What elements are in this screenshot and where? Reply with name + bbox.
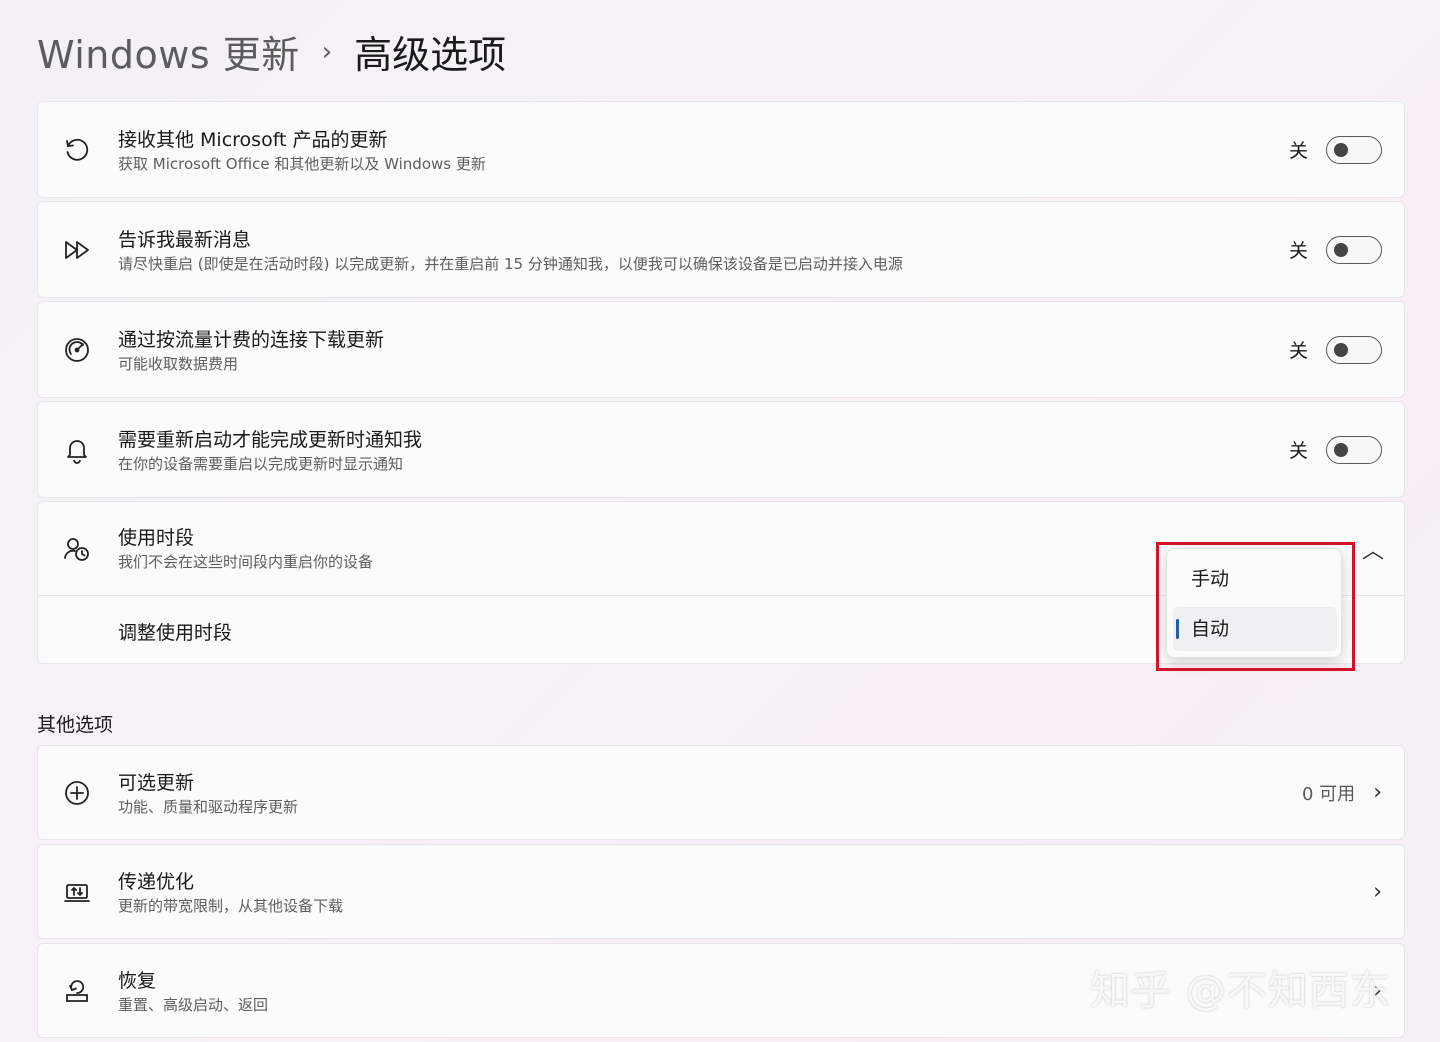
breadcrumb: Windows 更新 › 高级选项 bbox=[37, 24, 506, 79]
setting-subtitle: 更新的带宽限制，从其他设备下载 bbox=[118, 897, 344, 915]
chevron-up-icon[interactable]: ︿ bbox=[1362, 533, 1384, 565]
toggle-state-label: 关 bbox=[1288, 440, 1308, 462]
setting-subtitle: 可能收取数据费用 bbox=[118, 355, 239, 373]
delivery-optimization-icon bbox=[62, 877, 92, 907]
breadcrumb-separator-icon: › bbox=[321, 36, 333, 67]
optional-updates-count: 0 可用 bbox=[1302, 783, 1356, 805]
setting-subtitle: 在你的设备需要重启以完成更新时显示通知 bbox=[118, 455, 404, 473]
setting-title: 恢复 bbox=[118, 970, 157, 992]
clock-user-icon bbox=[62, 534, 92, 564]
setting-card-metered: 通过按流量计费的连接下载更新 可能收取数据费用 关 bbox=[37, 301, 1405, 398]
optional-updates-card[interactable]: 可选更新 功能、质量和驱动程序更新 0 可用 › bbox=[37, 745, 1405, 840]
setting-title: 使用时段 bbox=[118, 527, 195, 549]
setting-title: 告诉我最新消息 bbox=[118, 229, 252, 251]
setting-title: 可选更新 bbox=[118, 772, 195, 794]
toggle-state-label: 关 bbox=[1288, 340, 1308, 362]
fast-forward-icon bbox=[62, 235, 92, 265]
setting-card-get-latest: 告诉我最新消息 请尽快重启 (即使是在活动时段) 以完成更新，并在重启前 15 … bbox=[37, 201, 1405, 298]
delivery-optimization-card[interactable]: 传递优化 更新的带宽限制，从其他设备下载 › bbox=[37, 844, 1405, 939]
toggle-knob bbox=[1334, 142, 1348, 157]
setting-title: 接收其他 Microsoft 产品的更新 bbox=[118, 129, 388, 151]
bell-icon bbox=[62, 435, 92, 465]
recovery-icon bbox=[62, 976, 92, 1006]
setting-subtitle: 我们不会在这些时间段内重启你的设备 bbox=[118, 553, 374, 571]
toggle-state-label: 关 bbox=[1288, 240, 1308, 262]
setting-title: 需要重新启动才能完成更新时通知我 bbox=[118, 429, 423, 451]
breadcrumb-parent[interactable]: Windows 更新 bbox=[37, 24, 300, 79]
plus-circle-icon bbox=[62, 778, 92, 808]
watermark: 知乎 @不知西东 bbox=[1090, 968, 1391, 1014]
chevron-right-icon: › bbox=[1373, 879, 1382, 904]
setting-card-restart-notify: 需要重新启动才能完成更新时通知我 在你的设备需要重启以完成更新时显示通知 关 bbox=[37, 401, 1405, 498]
setting-title: 通过按流量计费的连接下载更新 bbox=[118, 329, 385, 351]
section-heading: 其他选项 bbox=[37, 714, 114, 736]
setting-subtitle: 功能、质量和驱动程序更新 bbox=[118, 798, 299, 816]
setting-subtitle: 获取 Microsoft Office 和其他更新以及 Windows 更新 bbox=[118, 155, 486, 173]
setting-title: 传递优化 bbox=[118, 871, 195, 893]
get-latest-toggle[interactable] bbox=[1326, 235, 1382, 264]
chevron-right-icon: › bbox=[1373, 780, 1382, 805]
annotation-highlight-box bbox=[1156, 542, 1355, 671]
speedometer-icon bbox=[62, 335, 92, 365]
toggle-knob bbox=[1334, 342, 1348, 357]
toggle-knob bbox=[1334, 442, 1348, 457]
setting-subtitle: 重置、高级启动、返回 bbox=[118, 996, 269, 1014]
restart-notify-toggle[interactable] bbox=[1326, 435, 1382, 464]
setting-subtitle: 请尽快重启 (即使是在活动时段) 以完成更新，并在重启前 15 分钟通知我，以便… bbox=[118, 255, 903, 273]
adjust-active-hours-label: 调整使用时段 bbox=[118, 622, 233, 644]
page-title: 高级选项 bbox=[354, 33, 507, 77]
history-icon bbox=[62, 135, 92, 165]
metered-toggle[interactable] bbox=[1326, 335, 1382, 364]
setting-card-other-products: 接收其他 Microsoft 产品的更新 获取 Microsoft Office… bbox=[37, 101, 1405, 198]
toggle-knob bbox=[1334, 242, 1348, 257]
other-products-toggle[interactable] bbox=[1326, 135, 1382, 164]
toggle-state-label: 关 bbox=[1288, 140, 1308, 162]
